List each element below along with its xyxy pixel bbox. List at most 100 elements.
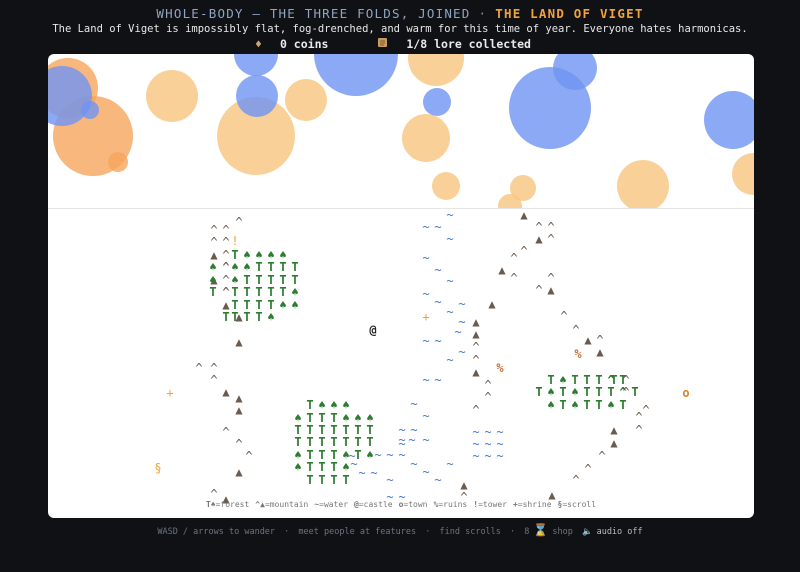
forest-tile: T xyxy=(318,460,326,474)
legend-label: =water xyxy=(319,500,349,509)
mountain-tile: ^ xyxy=(245,449,253,463)
mountain-tile: ^ xyxy=(195,361,203,375)
mountain-tile: ^ xyxy=(235,215,243,229)
mountain-tile: ▲ xyxy=(235,465,243,479)
legend-label: =tower xyxy=(478,500,507,509)
forest-tile: T xyxy=(243,285,251,299)
legend-label: =shrine xyxy=(517,500,552,509)
forest-tile: T xyxy=(318,473,326,487)
forest-tile: ♠ xyxy=(547,398,555,412)
forest-tile: ♠ xyxy=(547,385,555,399)
forest-tile: ♠ xyxy=(571,385,579,399)
forest-tile: ♠ xyxy=(318,398,326,412)
water-tile: ~ xyxy=(422,373,430,387)
mountain-tile: ^ xyxy=(535,283,543,297)
legend-label: =ruins xyxy=(438,500,468,509)
legend-label: =castle xyxy=(358,500,393,509)
mountain-tile: ^ xyxy=(622,385,630,399)
forest-tile: ♠ xyxy=(267,310,275,324)
hourglass-icon[interactable]: ⌛ xyxy=(533,523,548,537)
footer-bar: WASD / arrows to wander · meet people at… xyxy=(0,523,800,537)
forest-tile: T xyxy=(255,260,263,274)
water-tile: ~ xyxy=(434,334,442,348)
forest-tile: ♠ xyxy=(209,260,217,274)
water-tile: ~ xyxy=(374,448,382,462)
water-tile: ~ xyxy=(422,220,430,234)
forest-tile: T xyxy=(279,285,287,299)
forest-tile: T xyxy=(535,385,543,399)
forest-tile: T xyxy=(330,473,338,487)
mountain-tile: ^ xyxy=(598,449,606,463)
water-tile: ~ xyxy=(458,345,466,359)
legend-label: =forest xyxy=(215,500,250,509)
forest-tile: T xyxy=(318,435,326,449)
legend-label: =scroll xyxy=(562,500,597,509)
footer-dot: · xyxy=(425,527,431,537)
forest-tile: T xyxy=(354,435,362,449)
mountain-tile: ▲ xyxy=(222,385,230,399)
audio-toggle[interactable]: audio off xyxy=(597,527,643,537)
legend-item: ~=water xyxy=(314,500,348,509)
meet-hint: meet people at features xyxy=(298,527,417,537)
water-tile: ~ xyxy=(422,334,430,348)
controls-hint: WASD / arrows to wander xyxy=(157,527,276,537)
map-legend: T♠=forest ^▲=mountain ~=water @=castle o=tow… xyxy=(48,500,754,509)
game-title: WHOLE-BODY — THE THREE FOLDS, JOINED xyxy=(156,6,471,21)
mountain-tile: ▲ xyxy=(472,327,480,341)
forest-tile: ♠ xyxy=(291,285,299,299)
water-tile: ~ xyxy=(358,466,366,480)
forest-tile: T xyxy=(559,385,567,399)
water-tile: ~ xyxy=(446,457,454,471)
forest-tile: ♠ xyxy=(342,398,350,412)
mountain-tile: ^ xyxy=(222,260,230,274)
mountain-tile: ^ xyxy=(560,309,568,323)
legend-label: =mountain xyxy=(264,500,309,509)
forest-tile: ♠ xyxy=(607,398,615,412)
forest-tile: T xyxy=(306,435,314,449)
water-tile: ~ xyxy=(370,466,378,480)
forest-tile: T xyxy=(291,260,299,274)
water-tile: ~ xyxy=(446,208,454,222)
water-tile: ~ xyxy=(472,449,480,463)
forest-tile: T xyxy=(619,398,627,412)
forest-tile: T xyxy=(306,460,314,474)
forest-tile: T xyxy=(267,260,275,274)
legend-item: o=town xyxy=(399,500,428,509)
forest-tile: T xyxy=(255,285,263,299)
lore-label: 1/8 lore collected xyxy=(406,37,531,51)
mountain-tile: ▲ xyxy=(596,345,604,359)
water-tile: ~ xyxy=(434,263,442,277)
title-separator: · xyxy=(478,6,488,21)
water-tile: ~ xyxy=(422,409,430,423)
forest-tile: ♠ xyxy=(294,460,302,474)
water-tile: ~ xyxy=(446,274,454,288)
shrine-tile: + xyxy=(422,310,430,324)
tagline: The Land of Viget is impossibly flat, fo… xyxy=(52,23,748,35)
game-viewport[interactable]: ^ ^ ^ ^ ^ ▲ ^ ^ ▲ ^ ^ ▲ ▲ ▲ ^ ^ ^ ▲ ▲ ▲ ^ ^ ^ ▲ ^ ▲ ^ T ♠ ♠ ♠ ♠ ♠ ♠ T T T T ♠ T… xyxy=(48,54,754,518)
ruins-tile: % xyxy=(574,347,582,361)
legend-label: =town xyxy=(403,500,428,509)
mountain-tile: ▲ xyxy=(610,436,618,450)
legend-item: !=tower xyxy=(473,500,507,509)
forest-tile: T xyxy=(222,310,230,324)
scroll-icon xyxy=(377,37,388,51)
mountain-tile: ^ xyxy=(472,403,480,417)
forest-tile: T xyxy=(294,435,302,449)
speaker-icon[interactable]: 🔈 xyxy=(582,527,593,537)
mountain-tile: ^ xyxy=(572,323,580,337)
legend-item: §=scroll xyxy=(558,500,597,509)
forest-tile: T xyxy=(610,373,618,387)
forest-tile: T xyxy=(607,385,615,399)
coins-counter: ♦ 0 coins xyxy=(255,37,342,51)
water-tile: ~ xyxy=(434,473,442,487)
water-tile: ~ xyxy=(422,465,430,479)
water-tile: ~ xyxy=(348,449,356,463)
world-map[interactable]: ^ ^ ^ ^ ^ ▲ ^ ^ ▲ ^ ^ ▲ ▲ ▲ ^ ^ ^ ▲ ▲ ▲ ^ ^ ^ ▲ ^ ▲ ^ T ♠ ♠ ♠ ♠ ♠ ♠ T T T T ♠ T… xyxy=(48,54,754,518)
water-tile: ~ xyxy=(434,220,442,234)
mountain-tile: ^ xyxy=(510,271,518,285)
forest-tile: T xyxy=(255,310,263,324)
legend-symbol: T♠ xyxy=(205,500,216,509)
shop-button[interactable]: shop xyxy=(552,527,572,537)
forest-tile: ♠ xyxy=(279,298,287,312)
mountain-tile: ▲ xyxy=(535,232,543,246)
